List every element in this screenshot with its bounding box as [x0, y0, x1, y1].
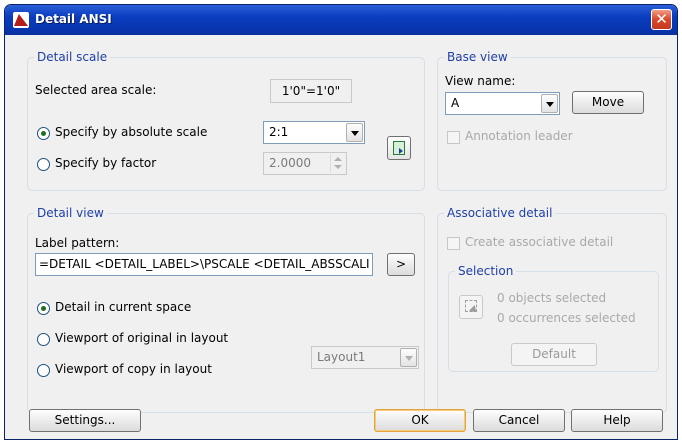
- absolute-scale-value: 2:1: [269, 125, 289, 139]
- selection-legend: Selection: [455, 264, 517, 278]
- selection-group: Selection 0 objects selected 0 occurrenc…: [448, 264, 659, 372]
- label-pattern-label: Label pattern:: [35, 236, 120, 250]
- pick-scale-button[interactable]: [387, 136, 411, 160]
- insert-field-button[interactable]: >: [387, 253, 415, 276]
- current-space-label[interactable]: Detail in current space: [55, 300, 191, 314]
- close-button[interactable]: ✕: [651, 9, 672, 30]
- settings-button[interactable]: Settings...: [29, 409, 141, 432]
- layout-select[interactable]: Layout1: [311, 346, 419, 369]
- base-view-group: Base view View name: A Move Annotation l…: [437, 50, 667, 191]
- chevron-down-icon[interactable]: [541, 94, 558, 113]
- detail-scale-group: Detail scale Selected area scale: 1'0"=1…: [27, 50, 425, 191]
- detail-view-group: Detail view Label pattern: =DETAIL <DETA…: [27, 206, 425, 413]
- chevron-down-icon[interactable]: [400, 348, 417, 367]
- factor-radio[interactable]: [37, 158, 50, 171]
- default-button[interactable]: Default: [511, 343, 597, 366]
- absolute-scale-radio[interactable]: [37, 127, 50, 140]
- occurrences-selected-text: 0 occurrences selected: [497, 311, 636, 325]
- view-name-value: A: [451, 96, 460, 110]
- current-space-radio[interactable]: [37, 302, 50, 315]
- viewport-copy-label[interactable]: Viewport of copy in layout: [55, 362, 212, 376]
- selected-area-scale-value: 1'0"=1'0": [270, 79, 352, 103]
- objects-selected-text: 0 objects selected: [497, 291, 607, 305]
- create-associative-checkbox[interactable]: [447, 237, 460, 250]
- annotation-leader-label[interactable]: Annotation leader: [465, 129, 573, 143]
- factor-spinner[interactable]: 2.0000: [263, 152, 347, 175]
- title-bar[interactable]: Detail ANSI ✕: [5, 5, 677, 35]
- cancel-button[interactable]: Cancel: [473, 409, 565, 432]
- select-objects-icon[interactable]: [459, 295, 483, 319]
- create-associative-label[interactable]: Create associative detail: [465, 235, 613, 249]
- ok-button[interactable]: OK: [374, 409, 466, 432]
- view-name-select[interactable]: A: [445, 92, 560, 115]
- pick-scale-icon: [393, 141, 405, 155]
- factor-value: 2.0000: [269, 156, 311, 170]
- close-icon: ✕: [655, 10, 668, 28]
- viewport-copy-radio[interactable]: [37, 364, 50, 377]
- label-pattern-input[interactable]: =DETAIL <DETAIL_LABEL>\PSCALE <DETAIL_AB…: [35, 253, 373, 276]
- detail-ansi-dialog: Detail ANSI ✕ Detail scale Selected area…: [4, 4, 678, 440]
- dialog-body: Detail scale Selected area scale: 1'0"=1…: [5, 35, 677, 439]
- layout-value: Layout1: [317, 350, 366, 364]
- app-icon: [13, 12, 29, 28]
- factor-label[interactable]: Specify by factor: [55, 156, 156, 170]
- view-name-label: View name:: [445, 74, 516, 88]
- help-button[interactable]: Help: [571, 409, 663, 432]
- move-button[interactable]: Move: [572, 91, 644, 114]
- associative-detail-group: Associative detail Create associative de…: [437, 206, 667, 413]
- absolute-scale-label[interactable]: Specify by absolute scale: [55, 125, 207, 139]
- viewport-original-label[interactable]: Viewport of original in layout: [55, 331, 228, 345]
- detail-view-legend: Detail view: [34, 206, 107, 220]
- chevron-down-icon[interactable]: [346, 123, 363, 142]
- absolute-scale-select[interactable]: 2:1: [263, 121, 365, 144]
- annotation-leader-checkbox[interactable]: [447, 131, 460, 144]
- associative-detail-legend: Associative detail: [444, 206, 556, 220]
- detail-scale-legend: Detail scale: [34, 50, 111, 64]
- window-title: Detail ANSI: [35, 12, 112, 26]
- base-view-legend: Base view: [444, 50, 511, 64]
- viewport-original-radio[interactable]: [37, 333, 50, 346]
- spinner-arrows-icon[interactable]: [330, 154, 345, 173]
- selected-area-scale-label: Selected area scale:: [35, 83, 157, 97]
